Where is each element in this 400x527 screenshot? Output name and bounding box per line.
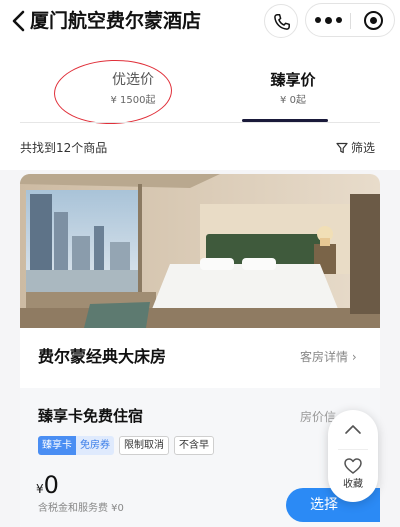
filter-button[interactable]: 筛选 [336, 139, 375, 157]
filter-label: 筛选 [351, 141, 376, 155]
tag-voucher: 免房券 [76, 436, 114, 455]
room-name: 费尔蒙经典大床房 [38, 347, 167, 366]
tab-label: 臻享价 [270, 71, 316, 89]
tag-card: 臻享卡 [38, 436, 76, 455]
tabs-divider [20, 122, 380, 123]
result-count: 共找到12个商品 [20, 141, 108, 155]
room-card: 费尔蒙经典大床房 客房详情 › 臻享卡免费住宿 房价信 臻享卡 免房券 限制取消… [20, 174, 380, 527]
heart-icon[interactable] [343, 456, 363, 476]
page-title: 厦门航空费尔蒙酒店 [30, 10, 202, 32]
tax-note: 含税金和服务费 ¥0 [38, 503, 124, 514]
rate-plan: 臻享卡免费住宿 房价信 臻享卡 免房券 限制取消 不含早 ¥0 含税金和服务费 … [20, 388, 380, 527]
tab-preferred-price[interactable]: 优选价 ¥ 1500起 [68, 56, 198, 126]
header-bar: 厦门航空费尔蒙酒店 [0, 0, 400, 44]
phone-icon [274, 14, 290, 30]
favorite-label[interactable]: 收藏 [328, 478, 378, 492]
target-icon[interactable] [364, 11, 383, 30]
price-tabs: 优选价 ¥ 1500起 臻享价 ¥ 0起 [20, 56, 380, 126]
card-voucher-tag: 臻享卡 免房券 [38, 436, 114, 455]
room-detail-label: 客房详情 [300, 350, 349, 364]
tab-premium-price[interactable]: 臻享价 ¥ 0起 [228, 56, 358, 126]
tag-breakfast: 不含早 [174, 436, 214, 455]
mini-program-capsule [305, 3, 395, 37]
price-currency: ¥ [36, 482, 44, 496]
plan-price: ¥0 [36, 470, 59, 504]
chevron-up-icon[interactable] [343, 420, 363, 440]
more-dots-icon[interactable] [306, 4, 350, 36]
room-detail-link[interactable]: 客房详情 › [300, 348, 357, 366]
tab-price: ¥ 0起 [280, 95, 306, 106]
price-value: 0 [43, 471, 59, 499]
tag-cancel-policy: 限制取消 [119, 436, 169, 455]
floating-action-panel: 收藏 [328, 410, 378, 502]
tab-label: 优选价 [112, 72, 154, 88]
plan-tags: 臻享卡 免房券 限制取消 不含早 [38, 436, 214, 455]
capsule-divider [350, 13, 351, 29]
phone-button[interactable] [264, 4, 298, 38]
chevron-right-icon: › [351, 350, 357, 364]
hotel-room-photo[interactable] [20, 174, 380, 328]
tab-price: ¥ 1500起 [110, 95, 156, 106]
panel-divider [338, 449, 368, 450]
plan-title: 臻享卡免费住宿 [38, 407, 144, 425]
filter-icon [336, 142, 348, 154]
chevron-left-icon[interactable] [8, 8, 30, 34]
